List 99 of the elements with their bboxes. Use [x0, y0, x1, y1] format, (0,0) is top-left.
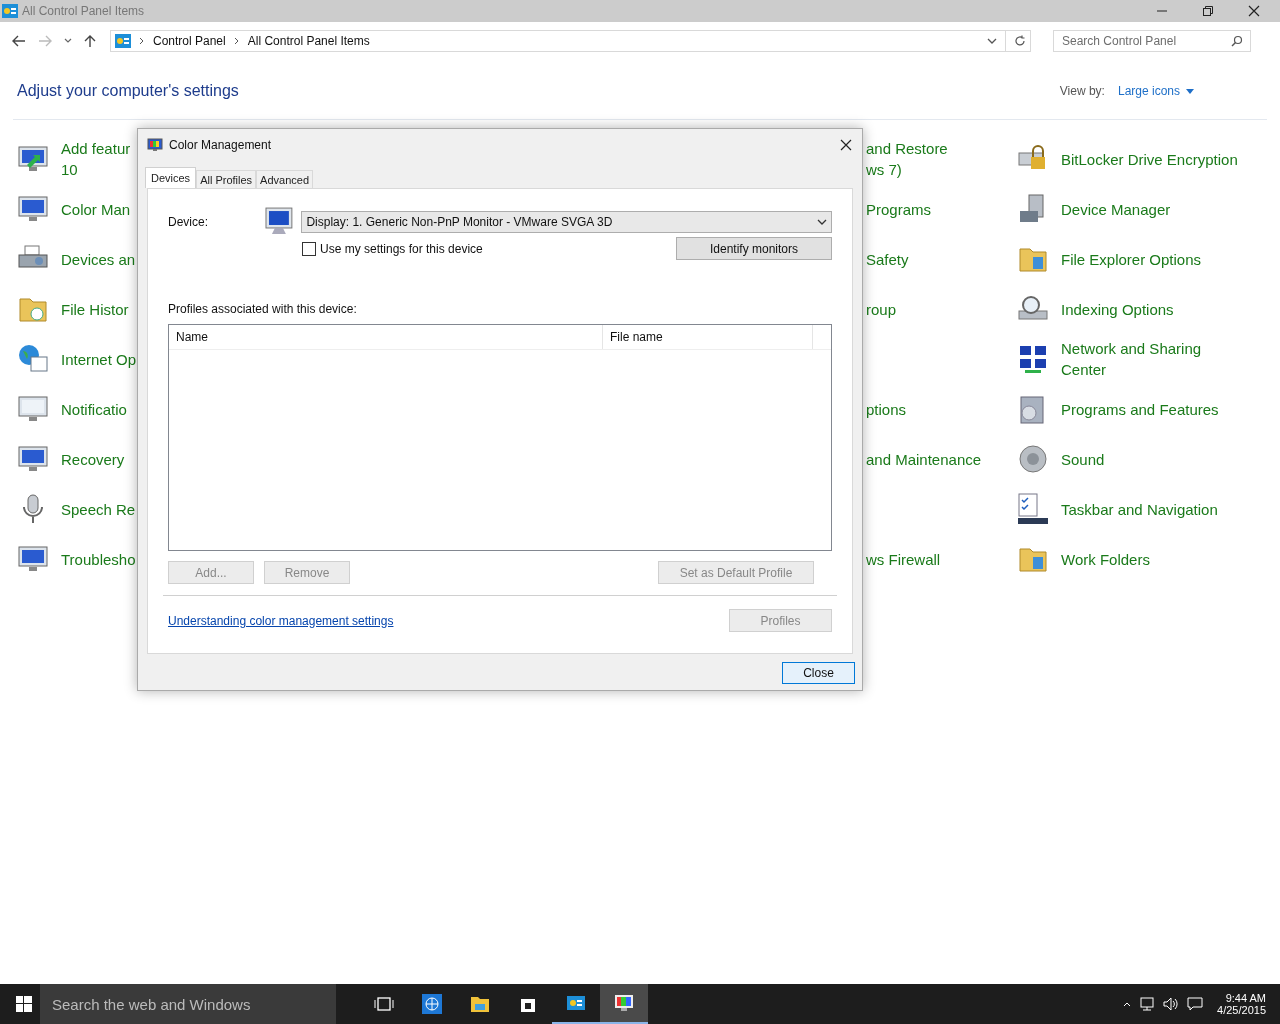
- control-panel-item[interactable]: BitLocker Drive Encryption: [1017, 143, 1238, 175]
- item-label: Center: [1061, 360, 1108, 380]
- item-label: Troublesho: [61, 549, 136, 570]
- item-label: Internet Op: [61, 349, 137, 370]
- item-label[interactable]: and Restore: [866, 138, 948, 159]
- close-button[interactable]: [1248, 5, 1260, 17]
- item-label: Devices an: [61, 249, 136, 270]
- help-link[interactable]: Understanding color management settings: [168, 613, 394, 628]
- panel-icon: [566, 993, 586, 1013]
- control-panel-item[interactable]: Add featur 10: [17, 138, 131, 180]
- checklist-icon: [1017, 493, 1049, 525]
- volume-icon[interactable]: [1163, 997, 1180, 1011]
- chevron-icon: [233, 37, 240, 45]
- item-label: Recovery: [61, 449, 125, 470]
- tab[interactable]: Advanced: [256, 170, 314, 188]
- task-view-icon: [374, 994, 394, 1014]
- control-panel-item[interactable]: Speech Re: [17, 493, 136, 525]
- address-bar[interactable]: Control Panel All Control Panel Items: [110, 30, 1031, 52]
- breadcrumb[interactable]: All Control Panel Items: [247, 34, 370, 48]
- view-by-dropdown[interactable]: Large icons: [1117, 84, 1194, 98]
- item-label[interactable]: ptions: [866, 398, 907, 420]
- search-icon: [1231, 35, 1243, 47]
- chevron-icon: [139, 37, 145, 45]
- control-panel-item[interactable]: Internet Op: [17, 343, 137, 375]
- control-panel-icon: [2, 4, 18, 18]
- monitor-icon: [147, 138, 163, 152]
- control-panel-item[interactable]: Indexing Options: [1017, 293, 1174, 325]
- folder-icon: [470, 994, 490, 1014]
- globe-icon: [17, 343, 49, 375]
- search-field[interactable]: Search Control Panel: [1053, 30, 1251, 52]
- refresh-icon[interactable]: [1014, 35, 1026, 47]
- item-label[interactable]: Programs: [866, 198, 932, 220]
- taskbar-monitor-button[interactable]: [600, 984, 648, 1024]
- item-label: Add featur: [61, 139, 131, 159]
- item-label: Taskbar and Navigation: [1061, 499, 1218, 520]
- dialog-title: Color Management: [169, 138, 272, 152]
- item-label: 10: [61, 160, 79, 180]
- column-header[interactable]: File name: [603, 325, 813, 349]
- control-panel-item[interactable]: Recovery: [17, 443, 125, 475]
- tab[interactable]: All Profiles: [196, 170, 257, 188]
- item-label[interactable]: ws 7): [866, 159, 948, 180]
- item-label: Work Folders: [1061, 549, 1150, 570]
- control-panel-item[interactable]: Taskbar and Navigation: [1017, 493, 1218, 525]
- item-label: Network and Sharing: [1061, 339, 1202, 359]
- page-heading: Adjust your computer's settings: [17, 82, 239, 100]
- item-label: BitLocker Drive Encryption: [1061, 149, 1238, 170]
- restore-button[interactable]: [1202, 5, 1214, 17]
- control-panel-icon: [115, 34, 131, 48]
- control-panel-item[interactable]: Programs and Features: [1017, 393, 1219, 425]
- show-hidden-icons-icon[interactable]: [1123, 1001, 1132, 1007]
- item-label[interactable]: and Maintenance: [866, 448, 982, 470]
- item-label[interactable]: roup: [866, 298, 897, 320]
- clock-date: 4/25/2015: [1217, 1004, 1266, 1016]
- item-label: Speech Re: [61, 499, 136, 520]
- windows-start-icon[interactable]: [16, 996, 32, 1012]
- item-label: Sound: [1061, 449, 1105, 470]
- control-panel-item[interactable]: Color Man: [17, 193, 131, 225]
- caret-icon: [1186, 88, 1194, 94]
- item-label: Indexing Options: [1061, 299, 1174, 320]
- control-panel-item[interactable]: Device Manager: [1017, 193, 1171, 225]
- clock-time: 9:44 AM: [1225, 992, 1266, 1004]
- control-panel-item[interactable]: Devices an: [17, 243, 136, 275]
- column-header[interactable]: Name: [169, 325, 603, 349]
- speaker-icon: [1017, 443, 1049, 475]
- item-label[interactable]: Safety: [866, 248, 909, 270]
- view-by-label: View by:: [1059, 84, 1105, 98]
- taskbar-search-field[interactable]: Search the web and Windows: [40, 984, 336, 1024]
- item-label: Notificatio: [61, 399, 127, 420]
- control-panel-item[interactable]: Sound: [1017, 443, 1105, 475]
- item-label: File Histor: [61, 299, 129, 320]
- device-label: Device:: [168, 215, 209, 229]
- back-icon[interactable]: [12, 35, 26, 47]
- control-panel-item[interactable]: File Explorer Options: [1017, 243, 1202, 275]
- item-label[interactable]: ws Firewall: [866, 548, 941, 570]
- close-dialog-button[interactable]: Close: [782, 662, 855, 684]
- item-label: Device Manager: [1061, 199, 1171, 220]
- tab[interactable]: Devices: [145, 167, 197, 188]
- profiles-label: Profiles associated with this device:: [168, 302, 358, 316]
- control-panel-item[interactable]: Troublesho: [17, 543, 136, 575]
- dropdown-icon[interactable]: [987, 38, 997, 44]
- globe-icon: [422, 994, 442, 1014]
- item-label: File Explorer Options: [1061, 249, 1202, 270]
- settings-checkbox[interactable]: Use my settings for this device: [302, 241, 483, 256]
- item-label: Color Man: [61, 199, 131, 220]
- breadcrumb[interactable]: Control Panel: [153, 34, 226, 48]
- monitor-icon: [614, 993, 634, 1013]
- item-label: Programs and Features: [1061, 399, 1219, 420]
- control-panel-item[interactable]: Notificatio: [17, 393, 127, 425]
- device-dropdown[interactable]: Display: 1. Generic Non-PnP Monitor - VMware SVGA 3D: [301, 211, 832, 233]
- notification-icon[interactable]: [1187, 997, 1204, 1011]
- identify-monitors-button[interactable]: Identify monitors: [676, 237, 832, 260]
- control-panel-item[interactable]: Work Folders: [1017, 543, 1150, 575]
- close-button[interactable]: [840, 139, 852, 151]
- history-dropdown-icon[interactable]: [64, 38, 72, 44]
- up-icon[interactable]: [84, 34, 96, 48]
- window-title: All Control Panel Items: [22, 4, 145, 18]
- control-panel-item[interactable]: File Histor: [17, 293, 129, 325]
- control-panel-item[interactable]: Network and Sharing Center: [1017, 338, 1202, 380]
- clock[interactable]: 9:44 AM 4/25/2015: [1211, 992, 1280, 1016]
